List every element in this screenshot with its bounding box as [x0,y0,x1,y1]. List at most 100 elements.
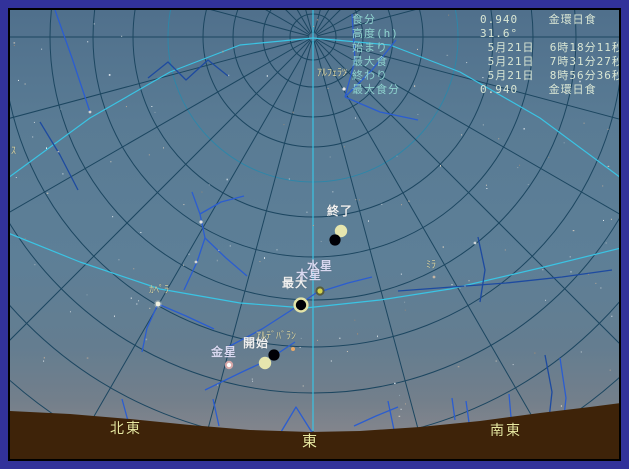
star-dot [229,245,231,247]
star-dot [527,184,529,186]
star-dot [396,155,398,157]
grid-azimuth-line [265,10,310,36]
star-dot [343,146,345,148]
star-dot [548,156,550,158]
sky-view[interactable]: 開始最大終了水星木星金星ｱﾙﾌｪﾗﾂﾗﾘｽｶﾍﾟﾗﾐﾗｱﾙﾃﾞﾊﾞﾗﾝ北東東南東… [8,8,621,461]
star-dot [112,216,114,218]
star-dot [24,83,26,85]
star-dot [504,249,506,251]
star-dot [611,315,613,317]
constellation-line [141,303,159,353]
star-name-label: ﾐﾗ [426,260,436,271]
star-dot [583,122,585,124]
star-dot [118,259,120,261]
star-dot [15,177,17,179]
star-dot [41,48,43,50]
star-dot [512,364,514,366]
star-dot [545,299,547,301]
bright-star [155,301,161,307]
planet-dot [317,288,323,294]
star-dot [208,184,210,186]
star-dot [33,121,35,123]
star-dot [133,268,135,270]
star-name-label: ｶﾍﾟﾗ [149,285,169,296]
bright-star [291,347,295,351]
star-dot [183,264,185,266]
star-dot [183,204,185,206]
star-dot [603,219,605,221]
bright-star [199,220,203,224]
star-dot [316,339,318,341]
constellation-line [54,10,91,113]
constellation-line [477,236,486,303]
grid-azimuth-line [199,40,313,459]
star-dot [228,74,230,76]
star-dot [570,271,572,273]
star-dot [108,74,111,76]
star-dot [542,269,544,271]
star-dot [218,249,220,251]
star-dot [572,230,575,232]
app-window: 開始最大終了水星木星金星ｱﾙﾌｪﾗﾂﾗﾘｽｶﾍﾟﾗﾐﾗｱﾙﾃﾞﾊﾞﾗﾝ北東東南東… [0,0,629,469]
star-dot [404,301,406,303]
info-row: 最大食 5月21日 7時31分27秒 [352,54,619,68]
star-dot [154,111,156,113]
info-row: 始まり 5月21日 6時18分11秒 [352,40,619,54]
star-dot [376,335,378,338]
star-dot [86,294,88,296]
star-dot [600,287,602,289]
star-dot [43,360,45,362]
star-dot [495,360,497,362]
star-dot [288,178,290,180]
star-dot [136,303,138,305]
star-dot [602,185,604,187]
star-name-label: ｱﾙﾃﾞﾊﾞﾗﾝ [256,331,296,342]
info-row: 最大食分 0.940 金環日食 [352,82,619,96]
star-dot [46,147,48,149]
star-dot [498,138,500,140]
star-dot [607,128,609,130]
star-dot [609,369,611,371]
star-dot [46,192,49,194]
star-dot [148,154,150,156]
star-dot [400,273,402,275]
bright-star [473,241,477,245]
star-dot [283,124,285,126]
star-dot [60,108,62,110]
star-dot [359,199,361,201]
constellation-line [387,400,395,431]
star-dot [399,394,401,396]
star-dot [32,136,34,138]
star-dot [468,280,470,282]
star-dot [312,225,314,227]
star-dot [354,319,356,321]
planet-label: 木星 [296,268,323,282]
bright-star [432,275,436,279]
info-row-value: 31.6° [480,26,519,40]
star-dot [252,380,254,382]
direction-label: 北東 [110,421,142,437]
star-dot [519,164,521,166]
star-dot [299,346,301,348]
star-dot [517,167,519,169]
star-dot [24,237,26,239]
star-dot [569,256,571,258]
eclipse-info-panel: 食分 0.940 金環日食 高度(h) 31.6° 始まり 5月21日 6時18分11秒… [352,12,619,96]
star-dot [523,128,526,130]
star-dot [610,218,612,220]
star-dot [264,257,266,259]
star-dot [259,261,261,263]
info-row: 高度(h) 31.6° [352,26,619,41]
star-dot [125,106,127,108]
grid-azimuth-line [68,40,312,459]
star-dot [400,408,402,410]
star-dot [595,282,597,284]
star-dot [381,203,383,205]
star-dot [367,220,369,222]
star-dot [405,403,407,405]
star-dot [320,240,322,242]
star-dot [313,25,315,27]
star-dot [13,42,16,44]
info-row: 終わり 5月21日 8時56分36秒 [352,68,619,82]
star-dot [276,249,278,251]
